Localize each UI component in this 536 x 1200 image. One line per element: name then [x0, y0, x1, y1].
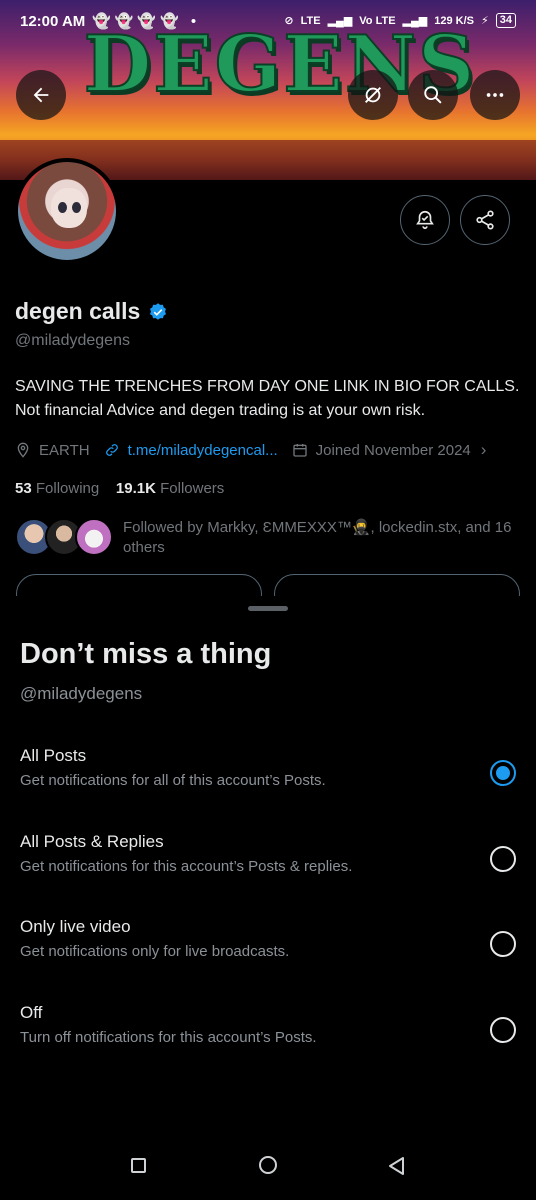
followers-count: 19.1K [115, 480, 156, 497]
radio-unselected[interactable] [490, 1017, 516, 1043]
share-icon [476, 210, 494, 230]
status-right: ⊘ LTE ▂▄▆ Vo LTE ▂▄▆ 129 K/S ⚡ 34 [284, 13, 516, 28]
volte-label: Vo LTE [359, 14, 396, 27]
profile-joined: Joined November 2024 [315, 441, 471, 459]
charging-icon: ⚡ [481, 15, 489, 27]
option-live-video[interactable]: Only live video Get notifications only f… [0, 917, 536, 983]
dnd-icon: ⊘ [284, 15, 294, 27]
back-triangle-icon[interactable] [387, 1156, 407, 1176]
back-arrow-icon [33, 87, 49, 103]
avatar-eye-left [58, 202, 67, 213]
profile-location: EARTH [39, 441, 90, 459]
avatar[interactable] [14, 158, 120, 264]
network-label: LTE [300, 14, 321, 27]
bell-check-icon [416, 210, 434, 230]
profile-bio: SAVING THE TRENCHES FROM DAY ONE LINK IN… [15, 378, 520, 419]
sheet-handle: @miladydegens [20, 684, 143, 703]
following-count: 53 [15, 480, 32, 497]
profile-meta: EARTH t.me/miladydegencal... Joined Nove… [15, 440, 486, 460]
notifications-button[interactable] [400, 195, 450, 245]
option-title: All Posts [20, 746, 87, 765]
signal-icon: ▂▄▆ [327, 15, 353, 27]
chevron-right-icon[interactable]: › [481, 440, 487, 460]
notification-sheet: Don’t miss a thing @miladydegens All Pos… [0, 596, 536, 1200]
followed-by-row[interactable]: Followed by Markky, ƐMMEXXX™🥷, lockedin.… [15, 514, 525, 558]
system-nav-bar [0, 1130, 536, 1200]
status-bar: 12:00 AM 👻👻👻👻 • ⊘ LTE ▂▄▆ Vo LTE ▂▄▆ 129… [0, 0, 536, 44]
followed-by-text: Followed by Markky, ƐMMEXXX™🥷, lockedin.… [123, 519, 512, 556]
followers-label: Followers [160, 480, 225, 497]
option-all-posts-replies[interactable]: All Posts & Replies Get notifications fo… [0, 832, 536, 898]
home-icon[interactable] [259, 1156, 277, 1174]
option-desc: Get notifications for this account’s Pos… [20, 858, 353, 875]
speed-label: 129 K/S [434, 14, 475, 27]
option-title: All Posts & Replies [20, 832, 164, 851]
option-desc: Get notifications for all of this accoun… [20, 772, 326, 789]
sheet-grabber[interactable] [248, 606, 288, 611]
profile-stats: 53 Following 19.1K Followers [15, 480, 224, 497]
location-pin-icon [17, 442, 29, 458]
search-icon [424, 86, 442, 104]
status-time: 12:00 AM [20, 13, 86, 30]
battery-level: 34 [495, 13, 516, 28]
option-off[interactable]: Off Turn off notifications for this acco… [0, 1003, 536, 1069]
recents-icon[interactable] [131, 1158, 146, 1173]
followers-stat[interactable]: 19.1K Followers [116, 480, 224, 497]
grok-button[interactable] [348, 70, 398, 120]
radio-selected[interactable] [490, 760, 516, 786]
signal-icon-2: ▂▄▆ [402, 15, 428, 27]
avatar-face [51, 188, 87, 228]
calendar-icon [292, 444, 307, 457]
share-button[interactable] [460, 195, 510, 245]
profile-link[interactable]: t.me/miladydegencal... [128, 442, 278, 459]
option-desc: Turn off notifications for this account’… [20, 1029, 317, 1046]
follower-avatar-3 [75, 518, 113, 556]
option-title: Off [20, 1003, 43, 1022]
following-label: Following [35, 480, 100, 497]
profile-name-row: degen calls [15, 298, 168, 325]
more-icon [486, 93, 504, 97]
option-all-posts[interactable]: All Posts Get notifications for all of t… [0, 746, 536, 812]
following-stat[interactable]: 53 Following [15, 480, 99, 497]
verified-badge-icon[interactable] [148, 302, 168, 322]
option-title: Only live video [20, 917, 131, 936]
notification-icons: 👻👻👻👻 • [92, 13, 201, 30]
radio-unselected[interactable] [490, 846, 516, 872]
link-icon [105, 444, 118, 456]
profile-handle: @miladydegens [15, 332, 130, 349]
avatar-eye-right [72, 202, 81, 213]
more-button[interactable] [470, 70, 520, 120]
grok-icon [365, 87, 381, 103]
radio-unselected[interactable] [490, 931, 516, 957]
profile-name: degen calls [15, 298, 141, 324]
sheet-title: Don’t miss a thing [20, 638, 272, 670]
option-desc: Get notifications only for live broadcas… [20, 943, 290, 960]
back-button[interactable] [16, 70, 66, 120]
search-button[interactable] [408, 70, 458, 120]
